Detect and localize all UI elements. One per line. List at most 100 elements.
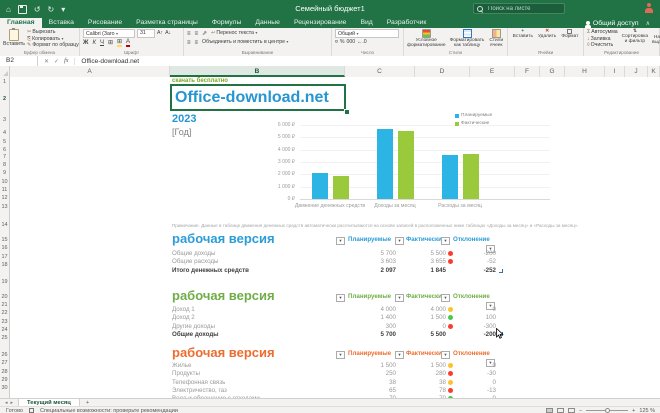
row-header-5[interactable]: 5 xyxy=(0,139,9,145)
align-top-icon[interactable]: ≡ xyxy=(187,31,191,37)
font-name-select[interactable]: Calibri (Заго ▾ xyxy=(83,29,135,38)
user-avatar[interactable] xyxy=(644,3,654,14)
name-box[interactable]: B2 xyxy=(0,56,38,66)
cancel-icon[interactable]: ✕ xyxy=(44,58,49,65)
collapse-ribbon-icon[interactable]: ∧ xyxy=(646,20,650,27)
year-value[interactable]: 2023 xyxy=(172,113,196,125)
italic-button[interactable]: К xyxy=(92,40,96,46)
selected-cell-b2[interactable]: Office-download.net xyxy=(170,84,346,111)
wrap-text-button[interactable]: ↩Перенос текста ▾ xyxy=(211,30,257,37)
row-header-13[interactable]: 13 xyxy=(0,204,9,210)
ribbon-tab-Вид[interactable]: Вид xyxy=(353,18,379,28)
fill-color-button[interactable]: ⊞ xyxy=(117,38,123,47)
filter-button[interactable]: ▼ xyxy=(336,294,345,302)
find-select-button[interactable]: Найти и выделить xyxy=(652,29,660,49)
row-header-12[interactable]: 12 xyxy=(0,195,9,201)
row-header-25[interactable]: 25 xyxy=(0,335,9,341)
format-painter-button[interactable]: ✎Формат по образцу xyxy=(27,42,79,49)
ribbon-tab-Главная[interactable]: Главная xyxy=(0,18,42,28)
filter-button[interactable]: ▼ xyxy=(441,237,450,245)
increase-decimal-button[interactable]: ←.0 xyxy=(357,39,367,46)
row-header-26[interactable]: 26 xyxy=(0,352,9,358)
sheet-canvas[interactable]: 1 2 3 4 5 6 7 8 9 10 11 12 13 14 15 16 17 18 19 20 21 22 23 24 2… xyxy=(0,77,660,398)
column-header-G[interactable]: G xyxy=(540,66,565,77)
table-row[interactable]: Общие доходы 5 700 5 500 -200 xyxy=(170,250,506,258)
row-header-29[interactable]: 29 xyxy=(0,377,9,383)
table-row[interactable]: Телефонная связь 38 38 0 xyxy=(170,379,506,387)
row-header-15[interactable]: 15 xyxy=(0,237,9,243)
align-left-icon[interactable]: ≡ xyxy=(187,40,191,46)
row-header-3[interactable]: 3 xyxy=(0,117,9,123)
column-header-K[interactable]: K xyxy=(648,66,660,77)
ribbon-tab-Формулы[interactable]: Формулы xyxy=(205,18,249,28)
table-row[interactable]: Продукты 250 280 -30 xyxy=(170,370,506,378)
column-header-J[interactable]: J xyxy=(625,66,648,77)
row-header-17[interactable]: 17 xyxy=(0,254,9,260)
row-header-21[interactable]: 21 xyxy=(0,302,9,308)
row-header-4[interactable]: 4 xyxy=(0,130,9,136)
row-header-30[interactable]: 30 xyxy=(0,385,9,391)
row-header-20[interactable]: 20 xyxy=(0,294,9,300)
table1-resize-handle[interactable] xyxy=(499,269,503,273)
accessibility-status[interactable]: Специальные возможности: проверьте реком… xyxy=(40,408,178,413)
row-header-9[interactable]: 9 xyxy=(0,170,9,176)
table-row[interactable]: Жилье 1 500 1 500 0 xyxy=(170,362,506,370)
zoom-slider[interactable] xyxy=(586,408,629,413)
merge-center-button[interactable]: Объединить и поместить в центре ▾ xyxy=(202,39,288,46)
shrink-font-button[interactable]: А↓ xyxy=(165,30,171,37)
ribbon-tab-Вставка[interactable]: Вставка xyxy=(42,18,81,28)
table-row[interactable]: Электричество, газ 65 78 -13 xyxy=(170,387,506,395)
table-row[interactable]: Доход 14 000 4 000 0 xyxy=(170,306,506,314)
row-header-27[interactable]: 27 xyxy=(0,360,9,366)
cell-styles-button[interactable]: Стили ячеек xyxy=(488,29,504,49)
font-color-button[interactable]: А xyxy=(126,39,131,47)
zoom-level[interactable]: 125 % xyxy=(639,408,655,413)
ribbon-tab-Рисование[interactable]: Рисование xyxy=(81,18,129,28)
column-header-E[interactable]: E xyxy=(470,66,515,77)
row-header-23[interactable]: 23 xyxy=(0,319,9,325)
row-header-22[interactable]: 22 xyxy=(0,310,9,316)
column-header-A[interactable]: A xyxy=(10,66,170,77)
table-row[interactable]: Другие доходы 300 0 -300 xyxy=(170,323,506,331)
row-header-7[interactable]: 7 xyxy=(0,154,9,160)
insert-function-icon[interactable]: fx xyxy=(64,58,68,65)
table-row[interactable]: Доход 21 400 1 500 100 xyxy=(170,314,506,322)
column-header-F[interactable]: F xyxy=(515,66,540,77)
share-button[interactable]: Общий доступ ∧ xyxy=(584,18,650,28)
row-header-18[interactable]: 18 xyxy=(0,262,9,268)
row-header-8[interactable]: 8 xyxy=(0,162,9,168)
ribbon-tab-Разметка страницы[interactable]: Разметка страницы xyxy=(129,18,205,28)
format-as-table-button[interactable]: Форматировать как таблицу xyxy=(450,29,485,49)
row-header-6[interactable]: 6 xyxy=(0,147,9,153)
row-header-19[interactable]: 19 xyxy=(0,279,9,285)
bold-button[interactable]: Ж xyxy=(83,40,88,46)
page-break-view-icon[interactable] xyxy=(567,408,575,413)
column-header-C[interactable]: C xyxy=(345,66,415,77)
ribbon-tab-Рецензирование[interactable]: Рецензирование xyxy=(287,18,353,28)
select-all-corner[interactable] xyxy=(0,66,10,77)
table-row[interactable]: Итого денежных средств 2 097 1 845 -252 xyxy=(170,267,506,275)
column-header-H[interactable]: H xyxy=(565,66,605,77)
zoom-in-icon[interactable]: + xyxy=(632,408,635,413)
paste-button[interactable]: Вставить xyxy=(3,28,25,48)
clear-button[interactable]: ◊Очистить xyxy=(587,42,618,49)
orientation-icon[interactable]: ⇗ xyxy=(202,30,207,37)
row-header-10[interactable]: 10 xyxy=(0,179,9,185)
search-box[interactable] xyxy=(473,3,565,14)
filter-button[interactable]: ▼ xyxy=(336,237,345,245)
row-header-11[interactable]: 11 xyxy=(0,187,9,193)
number-format-select[interactable]: Общий ▾ xyxy=(335,29,399,38)
align-middle-icon[interactable]: ≡ xyxy=(195,31,199,37)
filter-button[interactable]: ▼ xyxy=(395,237,404,245)
enter-icon[interactable]: ✓ xyxy=(54,58,59,65)
delete-cells-button[interactable]: ✕ Удалить xyxy=(538,29,556,49)
filter-button[interactable]: ▼ xyxy=(395,294,404,302)
filter-button[interactable]: ▼ xyxy=(441,351,450,359)
row-header-16[interactable]: 16 xyxy=(0,245,9,251)
year-placeholder[interactable]: [Год] xyxy=(172,127,191,137)
filter-button[interactable]: ▼ xyxy=(336,351,345,359)
row-header-28[interactable]: 28 xyxy=(0,369,9,375)
font-size-select[interactable]: 31 xyxy=(137,29,155,38)
format-cells-button[interactable]: Формат xyxy=(561,29,578,49)
normal-view-icon[interactable] xyxy=(545,408,553,413)
